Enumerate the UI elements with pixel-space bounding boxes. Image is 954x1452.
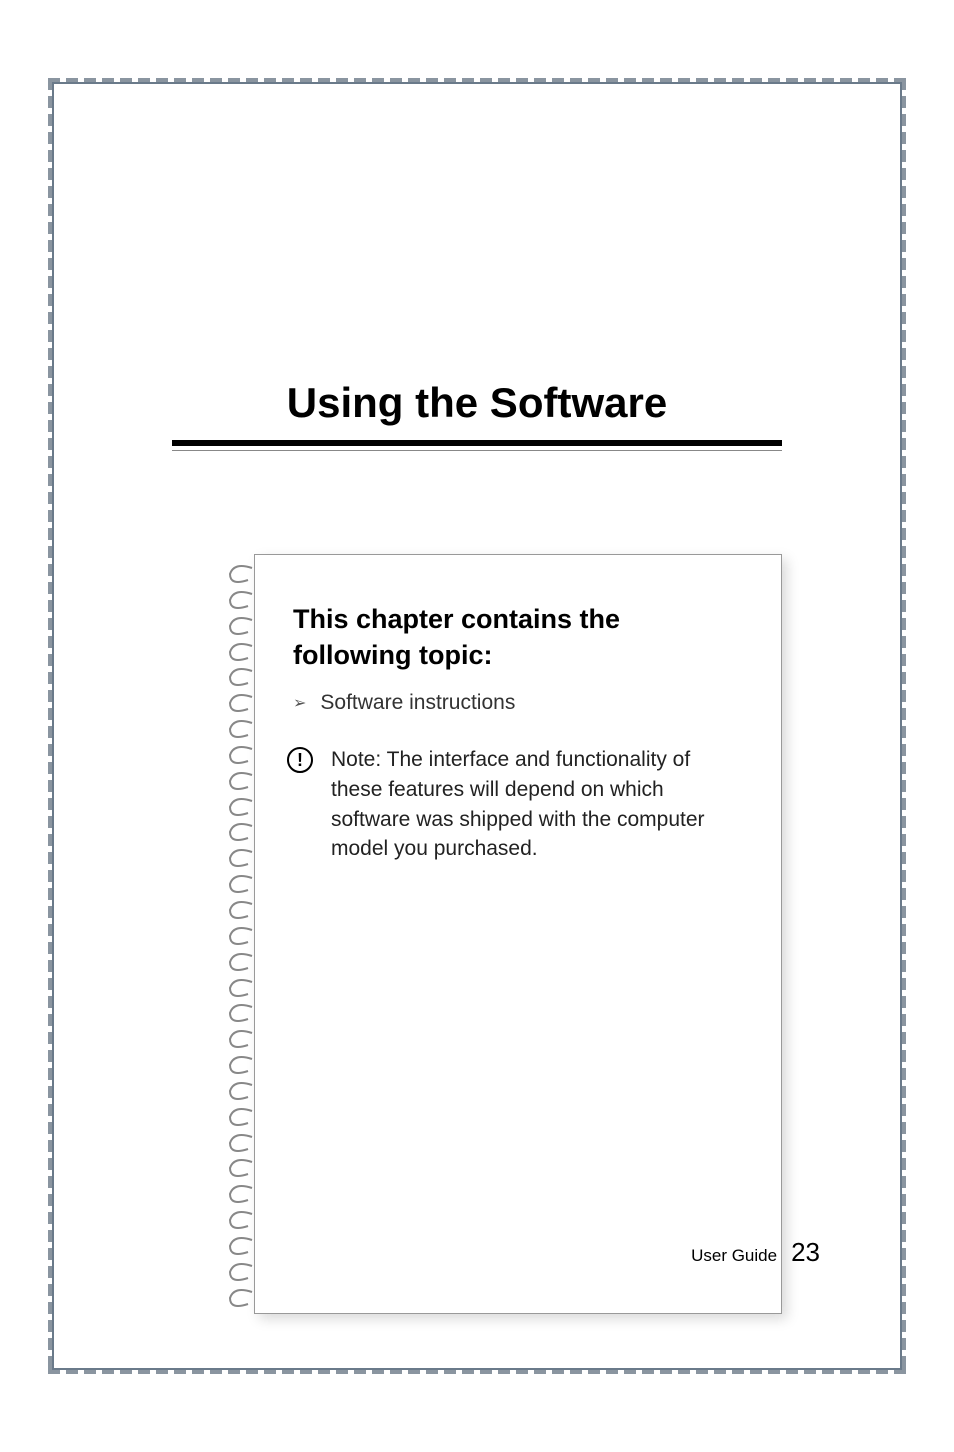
spiral-ring-icon	[224, 771, 254, 791]
page-footer: User Guide 23	[691, 1237, 820, 1268]
page-number: 23	[791, 1237, 820, 1268]
spiral-ring-icon	[224, 1081, 254, 1101]
spiral-ring-icon	[224, 1158, 254, 1178]
spiral-ring-icon	[224, 874, 254, 894]
spiral-ring-icon	[224, 745, 254, 765]
spiral-ring-icon	[224, 1107, 254, 1127]
spiral-ring-icon	[224, 667, 254, 687]
title-underline-thick	[172, 440, 782, 446]
spiral-ring-icon	[224, 564, 254, 584]
spiral-ring-icon	[224, 1262, 254, 1282]
spiral-ring-icon	[224, 926, 254, 946]
spiral-ring-icon	[224, 1210, 254, 1230]
spiral-ring-icon	[224, 1184, 254, 1204]
spiral-ring-icon	[224, 1029, 254, 1049]
note-text: Note: The interface and functionality of…	[331, 745, 741, 864]
section-heading: This chapter contains the following topi…	[293, 601, 741, 674]
title-underline-thin	[172, 450, 782, 451]
footer-doc-type: User Guide	[691, 1246, 777, 1266]
spiral-ring-icon	[224, 693, 254, 713]
bullet-arrow-icon: ➢	[293, 693, 306, 713]
exclamation-icon: !	[287, 747, 313, 773]
bullet-text: Software instructions	[320, 691, 515, 715]
spiral-ring-icon	[224, 1236, 254, 1256]
note-label: Note:	[331, 748, 381, 771]
spiral-ring-icon	[224, 848, 254, 868]
spiral-ring-icon	[224, 952, 254, 972]
spiral-ring-icon	[224, 616, 254, 636]
spiral-binding	[224, 556, 254, 1316]
spiral-ring-icon	[224, 719, 254, 739]
spiral-ring-icon	[224, 1133, 254, 1153]
chapter-title: Using the Software	[54, 379, 900, 427]
spiral-ring-icon	[224, 797, 254, 817]
spiral-ring-icon	[224, 1288, 254, 1308]
spiral-ring-icon	[224, 1003, 254, 1023]
spiral-ring-icon	[224, 1055, 254, 1075]
spiral-ring-icon	[224, 642, 254, 662]
spiral-ring-icon	[224, 590, 254, 610]
spiral-ring-icon	[224, 978, 254, 998]
content-panel: This chapter contains the following topi…	[254, 554, 782, 1314]
page-border: Using the Software This chapter co	[52, 82, 902, 1370]
spiral-ring-icon	[224, 822, 254, 842]
note-body: The interface and functionality of these…	[331, 748, 705, 860]
topic-bullet: ➢ Software instructions	[293, 691, 515, 715]
note-block: ! Note: The interface and functionality …	[287, 745, 741, 864]
spiral-ring-icon	[224, 900, 254, 920]
